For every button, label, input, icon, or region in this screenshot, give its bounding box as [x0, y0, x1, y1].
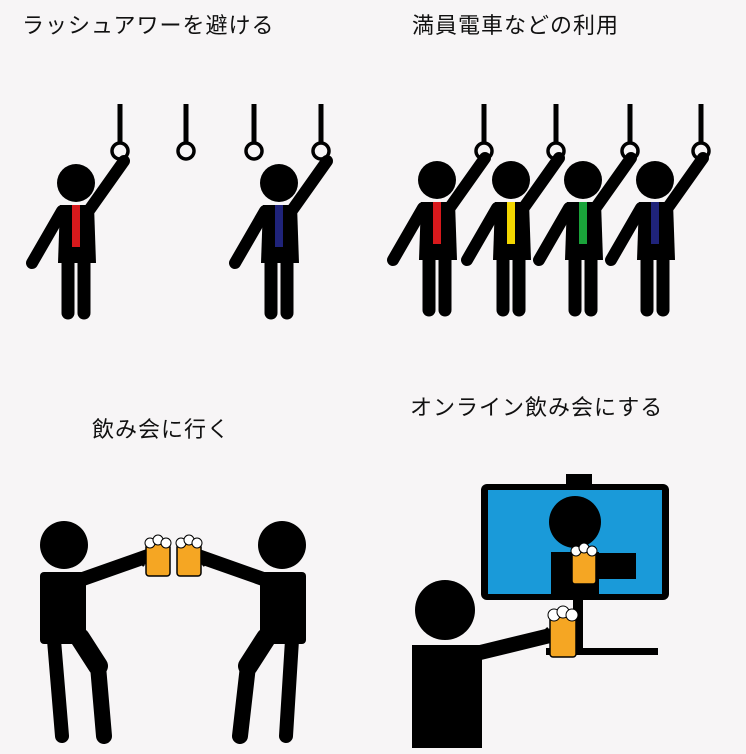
rush-hour-scene [32, 102, 331, 313]
strap-handle [110, 102, 130, 161]
commuter-figure-yellow-tie [467, 158, 559, 310]
commuter-figure-red-tie [32, 161, 124, 313]
strap-handle [474, 102, 494, 161]
yellow-tie [507, 202, 515, 244]
commuter-figure-red-tie [393, 158, 485, 310]
strap-handle [176, 102, 196, 161]
strap-handle [311, 102, 331, 161]
strap-handle [244, 102, 264, 161]
strap-handle [691, 102, 711, 161]
red-tie [72, 205, 80, 247]
red-tie [433, 202, 441, 244]
seated-figure-right [191, 521, 306, 744]
local-figure [412, 580, 556, 748]
drinking-party-scene [40, 521, 306, 744]
strap-handle [546, 102, 566, 161]
strap-handle [620, 102, 640, 161]
online-drinking-scene [412, 474, 669, 748]
commuter-figure-navy-tie [235, 161, 327, 313]
crowded-train-scene [393, 102, 711, 310]
commuter-figure-green-tie [539, 158, 631, 310]
commuter-figure-navy-tie [611, 158, 703, 310]
navy-tie [275, 205, 283, 247]
navy-tie [651, 202, 659, 244]
green-tie [579, 202, 587, 244]
seated-figure-left [40, 521, 155, 744]
illustration-canvas [0, 102, 711, 748]
